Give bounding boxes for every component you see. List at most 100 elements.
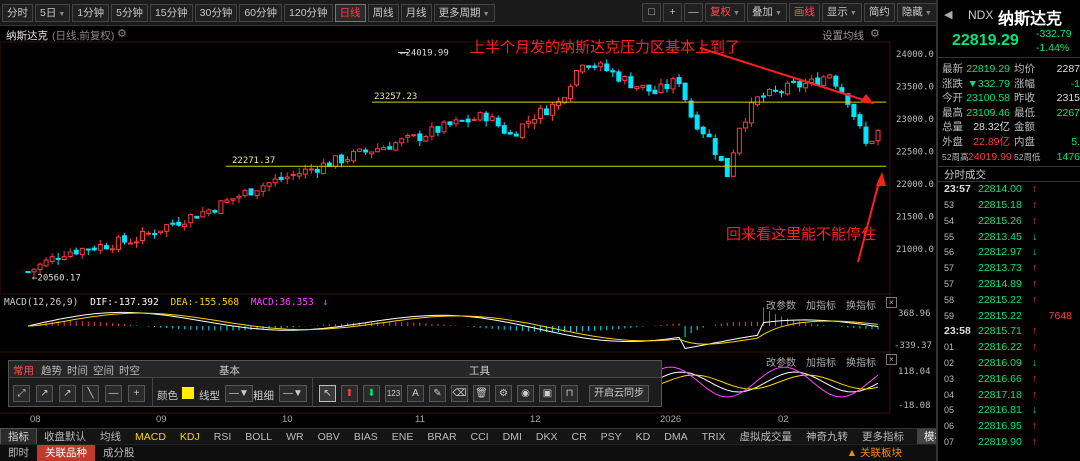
tab-realtime[interactable]: 即时 [0,445,37,461]
period-tab[interactable]: 15分钟 [149,3,193,22]
indicator-tab[interactable]: BRAR [420,431,463,443]
indicator-tab[interactable]: BIAS [347,431,385,443]
tick-volume [1037,261,1077,277]
period-tab[interactable]: 120分钟 [284,3,333,22]
modify-params-button[interactable]: 改参数 [766,297,796,312]
settings-icon[interactable]: ⚙ [495,385,512,402]
indicator-tab[interactable]: KDJ [173,431,207,443]
period-tab[interactable]: 更多周期 ▼ [433,3,495,22]
indicator-tab[interactable]: DKX [529,431,565,443]
candle-body [803,82,809,89]
indicator-tab[interactable]: TRIX [695,431,733,443]
draw-line-button[interactable]: 画线 [788,3,820,22]
close-icon[interactable]: × [886,297,897,308]
window-box-button[interactable]: □ [642,3,661,22]
diagonal-line-icon[interactable]: ╲ [82,385,99,402]
text-icon[interactable]: A [407,385,424,402]
tick-price: 22813.73 [978,262,1022,275]
number-icon[interactable]: 123 [385,385,402,402]
add-indicator-button[interactable]: 加指标 [806,297,836,312]
period-tab[interactable]: 周线 [367,3,399,22]
period-tab[interactable]: 日线 [334,3,366,22]
arrow-line-icon[interactable]: ↗ [59,385,76,402]
indicator-tab[interactable]: 收盘默认 [37,429,93,444]
tab-common[interactable]: 常用 [13,363,34,378]
indicator-tab[interactable]: DMA [657,431,694,443]
period-tab[interactable]: 分时 [2,3,33,22]
hide-button[interactable]: 隐藏 ▼ [896,3,937,22]
add-indicator-button[interactable]: 加指标 [806,354,836,369]
tab-trend[interactable]: 趋势 [41,363,62,378]
period-tab[interactable]: 30分钟 [194,3,238,22]
related-sector-button[interactable]: ▲ 关联板块 [839,445,910,461]
modify-params-button[interactable]: 改参数 [766,354,796,369]
simple-mode-button[interactable]: 简约 [863,3,895,22]
indicator-tab[interactable]: 均线 [93,429,128,444]
color-swatch[interactable] [182,387,194,399]
tick-list[interactable]: 23:57 22814.00 ↑ 53 22815.18 ↑ 54 22815.26 ↑ 55 22… [938,182,1080,451]
indicator-tab[interactable]: PSY [594,431,629,443]
up-arrow-icon[interactable]: ⬆ [341,385,358,402]
switch-indicator-button[interactable]: 换指标 [846,297,876,312]
tick-price: 22816.95 [978,420,1022,433]
period-tab[interactable]: 5分钟 [111,3,148,22]
period-tab[interactable]: 60分钟 [239,3,283,22]
indicator-tab[interactable]: 更多指标 [855,429,911,444]
segment-icon[interactable]: ⤢ [13,385,30,402]
indicator-tab[interactable]: CCI [464,431,496,443]
width-select[interactable]: —▼ [279,385,307,402]
tab-time[interactable]: 时间 [67,363,88,378]
cloud-sync-button[interactable]: 开启云同步 [589,385,649,402]
zoom-in-button[interactable]: + [663,3,682,22]
period-tab[interactable]: 5日 ▼ [35,3,71,22]
indicator-tab[interactable]: DMI [496,431,529,443]
lock-icon[interactable]: ▣ [539,385,556,402]
magnet-icon[interactable]: ⊓ [561,385,578,402]
indicator-tab[interactable]: BOLL [238,431,279,443]
trash-icon[interactable]: 🗑 [473,385,490,402]
indicator-tab[interactable]: WR [279,431,311,443]
candle-body [863,126,869,144]
linetype-select[interactable]: —▼ [225,385,253,402]
down-arrow-icon[interactable]: ⬇ [363,385,380,402]
indicator-tab[interactable]: ENE [385,431,421,443]
fuquan-button[interactable]: 复权 ▼ [705,3,745,22]
display-button[interactable]: 显示 ▼ [821,3,862,22]
period-tab-label: 5日 [40,6,57,19]
tab-space[interactable]: 空间 [93,363,114,378]
indicator-tab[interactable]: 神奇九转 [799,429,855,444]
candle-body [797,81,803,88]
candle-body [417,133,423,141]
candle-body [809,78,815,83]
price-axis-label: 22000.0 [896,180,934,190]
close-icon[interactable]: × [886,354,897,365]
horizontal-line-icon[interactable]: — [105,385,122,402]
switch-indicator-button[interactable]: 换指标 [846,354,876,369]
indicator-tab[interactable]: OBV [311,431,347,443]
quote-row: 涨跌 ▼332.79 涨幅 -1 [938,77,1080,92]
indicator-tab[interactable]: CR [564,431,593,443]
indicator-tab[interactable]: KD [629,431,658,443]
overlay-button[interactable]: 叠加 ▼ [746,3,787,22]
eye-icon[interactable]: ◉ [517,385,534,402]
ray-icon[interactable]: ↗ [36,385,53,402]
quote-label: 涨跌 [942,77,963,90]
candle-body [152,233,158,236]
period-tab[interactable]: 1分钟 [72,3,110,22]
indicator-tab[interactable]: RSI [207,431,239,443]
time-axis-label: 10 [282,414,293,425]
eraser-icon[interactable]: ⌫ [451,385,468,402]
candle-body [411,134,417,137]
pen-icon[interactable]: ✎ [429,385,446,402]
tab-components[interactable]: 成分股 [95,445,143,461]
indicator-tab[interactable]: 虚拟成交量 [733,429,800,444]
cross-line-icon[interactable]: + [128,385,145,402]
indicator-tab[interactable]: 指标 [0,428,37,445]
zoom-out-button[interactable]: — [684,3,703,22]
indicator-tab[interactable]: MACD [128,431,173,443]
chevron-left-icon[interactable]: ◀ [944,8,952,21]
tab-spacetime[interactable]: 时空 [119,363,140,378]
tab-related[interactable]: 关联品种 [37,444,95,461]
period-tab[interactable]: 月线 [400,3,432,22]
pointer-icon[interactable]: ↖ [319,385,336,402]
